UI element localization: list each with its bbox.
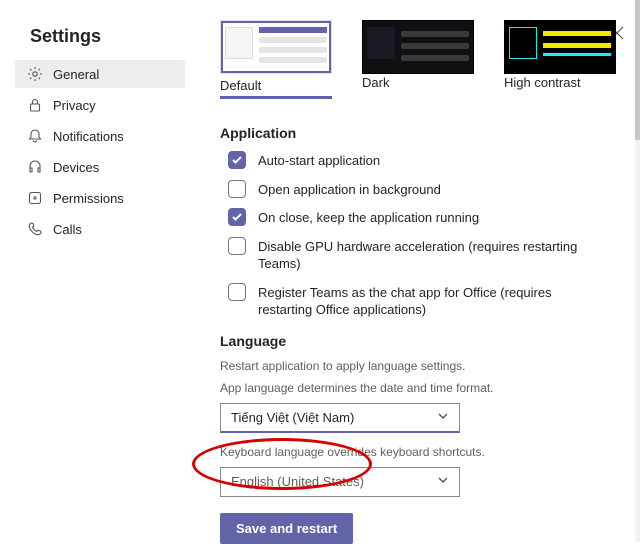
application-heading: Application <box>220 125 630 141</box>
theme-dark[interactable]: Dark <box>362 20 474 99</box>
theme-hc-preview <box>504 20 616 74</box>
save-and-restart-button[interactable]: Save and restart <box>220 513 353 544</box>
headset-icon <box>27 159 43 175</box>
gear-icon <box>27 66 43 82</box>
settings-title: Settings <box>30 26 101 47</box>
settings-content: Default Dark High contrast Application A… <box>220 0 630 542</box>
keyboard-language-value: English (United States) <box>231 474 364 489</box>
check-icon <box>231 211 243 223</box>
theme-high-contrast[interactable]: High contrast <box>504 20 616 99</box>
lock-icon <box>27 97 43 113</box>
checkbox-label: Register Teams as the chat app for Offic… <box>258 283 598 319</box>
sidebar-item-label: Privacy <box>53 98 96 113</box>
keyboard-language-select[interactable]: English (United States) <box>220 467 460 497</box>
sidebar-item-label: General <box>53 67 99 82</box>
theme-hc-label: High contrast <box>504 75 581 90</box>
checkbox-label: Disable GPU hardware acceleration (requi… <box>258 237 598 273</box>
sidebar-item-permissions[interactable]: Permissions <box>15 184 185 212</box>
app-language-select[interactable]: Tiếng Việt (Việt Nam) <box>220 403 460 433</box>
sidebar-item-label: Permissions <box>53 191 124 206</box>
checkbox-input[interactable] <box>228 283 246 301</box>
theme-default-preview <box>220 20 332 74</box>
checkbox-label: Open application in background <box>258 180 441 199</box>
checkbox-input[interactable] <box>228 237 246 255</box>
settings-sidebar: General Privacy Notifications Devices Pe… <box>15 60 185 246</box>
checkbox-label: Auto-start application <box>258 151 380 170</box>
checkbox-label: On close, keep the application running <box>258 208 479 227</box>
app-language-value: Tiếng Việt (Việt Nam) <box>231 410 354 425</box>
checkbox-input[interactable] <box>228 208 246 226</box>
bell-icon <box>27 128 43 144</box>
theme-default[interactable]: Default <box>220 20 332 99</box>
theme-default-label: Default <box>220 78 332 99</box>
theme-dark-label: Dark <box>362 75 389 90</box>
language-heading: Language <box>220 333 630 349</box>
keyboard-language-hint: Keyboard language overrides keyboard sho… <box>220 445 630 459</box>
check-icon <box>231 154 243 166</box>
sidebar-item-notifications[interactable]: Notifications <box>15 122 185 150</box>
sidebar-item-devices[interactable]: Devices <box>15 153 185 181</box>
theme-picker: Default Dark High contrast <box>220 20 630 99</box>
sidebar-item-calls[interactable]: Calls <box>15 215 185 243</box>
checkbox-open-background[interactable]: Open application in background <box>228 180 630 199</box>
checkbox-input[interactable] <box>228 151 246 169</box>
sidebar-item-label: Devices <box>53 160 99 175</box>
checkbox-disable-gpu[interactable]: Disable GPU hardware acceleration (requi… <box>228 237 630 273</box>
permissions-icon <box>27 190 43 206</box>
language-restart-hint: Restart application to apply language se… <box>220 359 630 373</box>
sidebar-item-label: Calls <box>53 222 82 237</box>
sidebar-item-general[interactable]: General <box>15 60 185 88</box>
chevron-down-icon <box>437 410 449 425</box>
sidebar-item-privacy[interactable]: Privacy <box>15 91 185 119</box>
app-language-hint: App language determines the date and tim… <box>220 381 630 395</box>
checkbox-register-office[interactable]: Register Teams as the chat app for Offic… <box>228 283 630 319</box>
checkbox-autostart[interactable]: Auto-start application <box>228 151 630 170</box>
phone-icon <box>27 221 43 237</box>
sidebar-item-label: Notifications <box>53 129 124 144</box>
theme-dark-preview <box>362 20 474 74</box>
scrollbar-thumb[interactable] <box>635 0 640 140</box>
checkbox-keep-running[interactable]: On close, keep the application running <box>228 208 630 227</box>
checkbox-input[interactable] <box>228 180 246 198</box>
vertical-scrollbar[interactable] <box>635 0 640 542</box>
chevron-down-icon <box>437 474 449 489</box>
